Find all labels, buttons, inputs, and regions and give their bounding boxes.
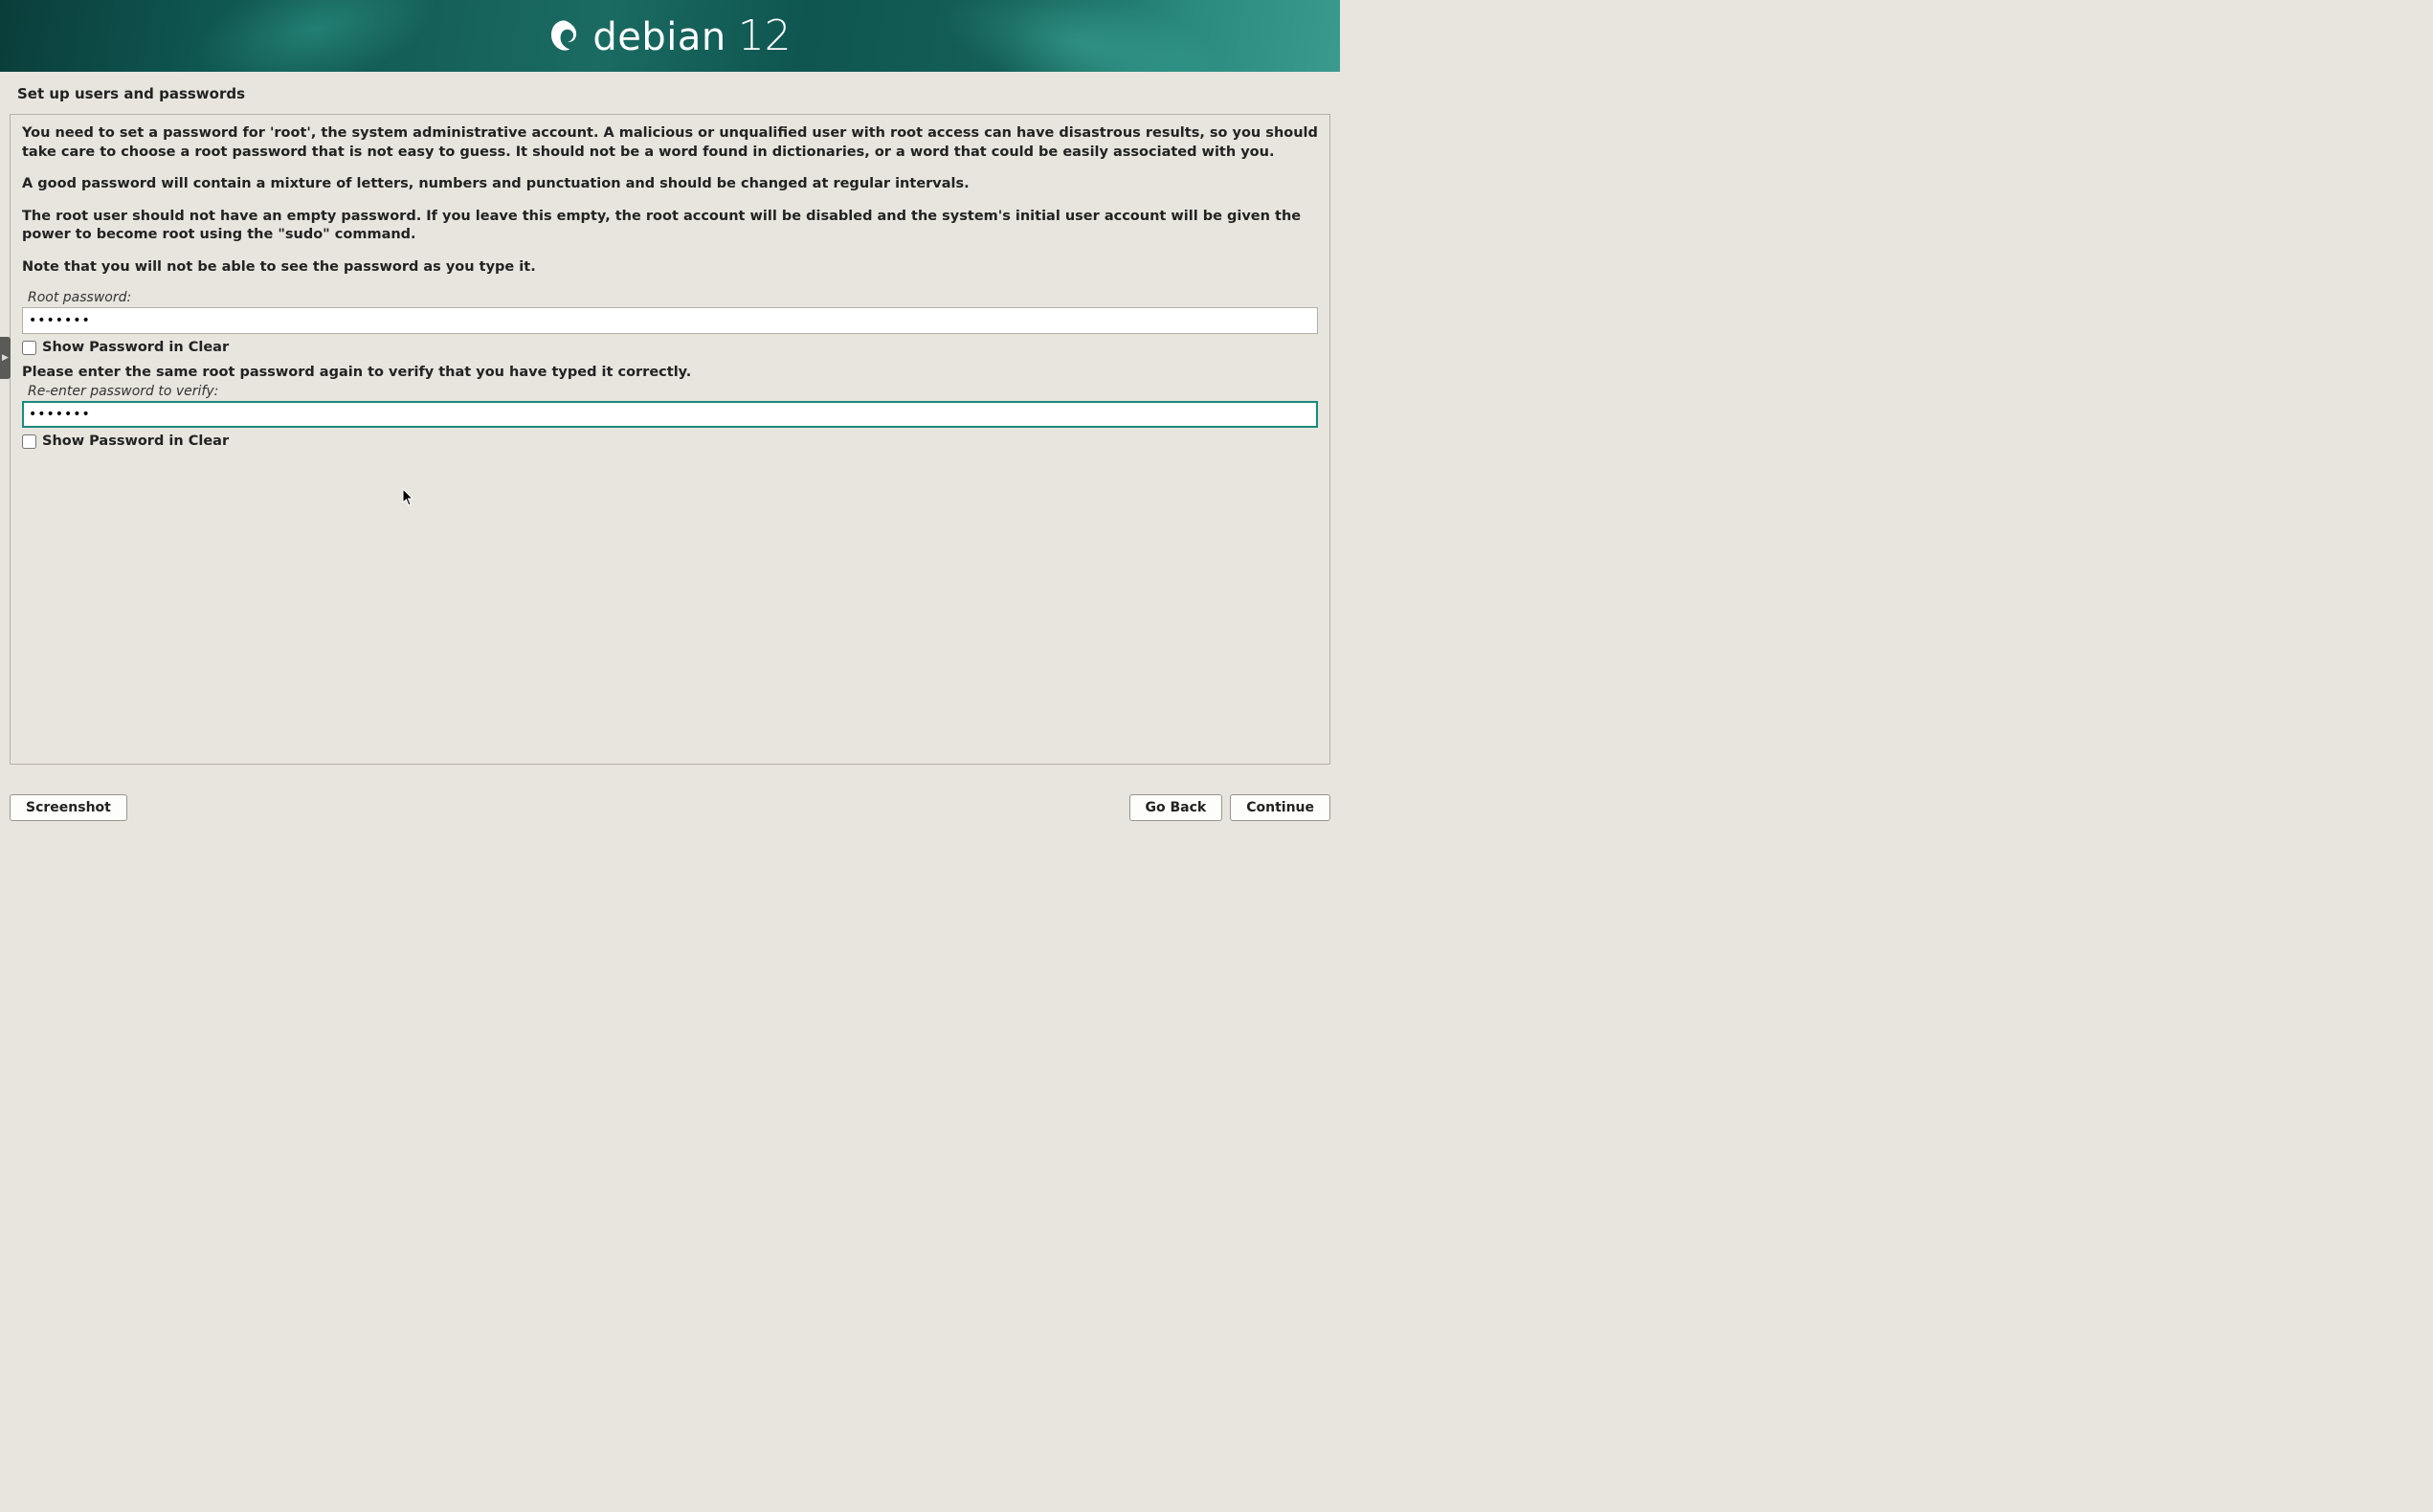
root-password-input[interactable]	[22, 307, 1318, 334]
reenter-password-label: Re-enter password to verify:	[28, 384, 1318, 399]
brand: debian 12	[548, 11, 791, 60]
debian-swirl-icon	[548, 17, 581, 56]
show-password-clear-label-1[interactable]: Show Password in Clear	[42, 340, 229, 355]
go-back-button[interactable]: Go Back	[1129, 794, 1223, 821]
brand-version: 12	[738, 11, 792, 60]
desc-para-1: You need to set a password for 'root', t…	[22, 124, 1318, 162]
desc-para-3: The root user should not have an empty p…	[22, 208, 1318, 245]
show-password-clear-checkbox-1[interactable]	[22, 341, 36, 355]
desc-para-4: Note that you will not be able to see th…	[22, 258, 1318, 278]
verify-prompt: Please enter the same root password agai…	[22, 365, 1318, 380]
page-title: Set up users and passwords	[0, 72, 1340, 114]
brand-name: debian	[592, 15, 725, 59]
header-banner: debian 12	[0, 0, 1340, 72]
content-box: You need to set a password for 'root', t…	[10, 114, 1330, 765]
side-expand-tab[interactable]: ▶	[0, 337, 11, 379]
desc-para-2: A good password will contain a mixture o…	[22, 175, 1318, 194]
continue-button[interactable]: Continue	[1230, 794, 1330, 821]
reenter-password-input[interactable]	[22, 401, 1318, 428]
show-password-clear-label-2[interactable]: Show Password in Clear	[42, 434, 229, 449]
root-password-label: Root password:	[28, 290, 1318, 305]
show-password-clear-checkbox-2[interactable]	[22, 434, 36, 449]
footer-bar: Screenshot Go Back Continue	[0, 794, 1340, 821]
screenshot-button[interactable]: Screenshot	[10, 794, 127, 821]
